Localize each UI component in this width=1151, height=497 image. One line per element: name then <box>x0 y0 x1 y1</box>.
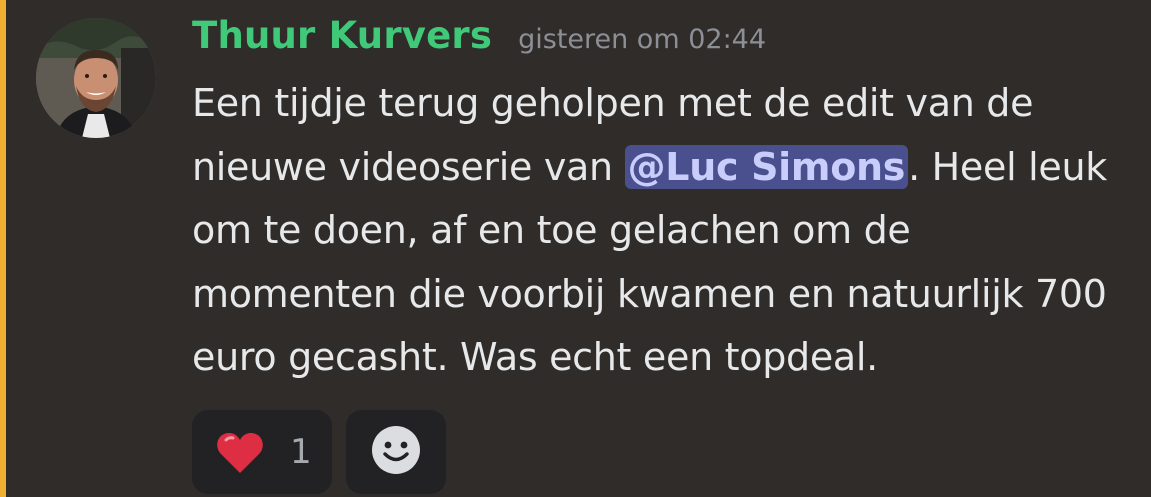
reaction-bar: 1 <box>192 410 446 494</box>
message-header: Thuur Kurvers gisteren om 02:44 <box>192 14 766 70</box>
user-mention[interactable]: @Luc Simons <box>624 144 909 189</box>
message-timestamp[interactable]: gisteren om 02:44 <box>518 24 766 55</box>
reaction-heart-button[interactable]: 1 <box>192 410 332 494</box>
heart-icon <box>216 430 264 474</box>
author-name[interactable]: Thuur Kurvers <box>192 14 492 57</box>
avatar-icon <box>36 18 156 138</box>
message-content: Een tijdje terug geholpen met de edit va… <box>192 72 1122 390</box>
avatar[interactable] <box>36 18 156 138</box>
add-reaction-button[interactable] <box>346 410 446 494</box>
chat-message: Thuur Kurvers gisteren om 02:44 Een tijd… <box>0 0 1151 497</box>
mention-highlight-bar <box>0 0 6 497</box>
smiley-icon <box>371 425 421 479</box>
reaction-count: 1 <box>290 432 312 472</box>
